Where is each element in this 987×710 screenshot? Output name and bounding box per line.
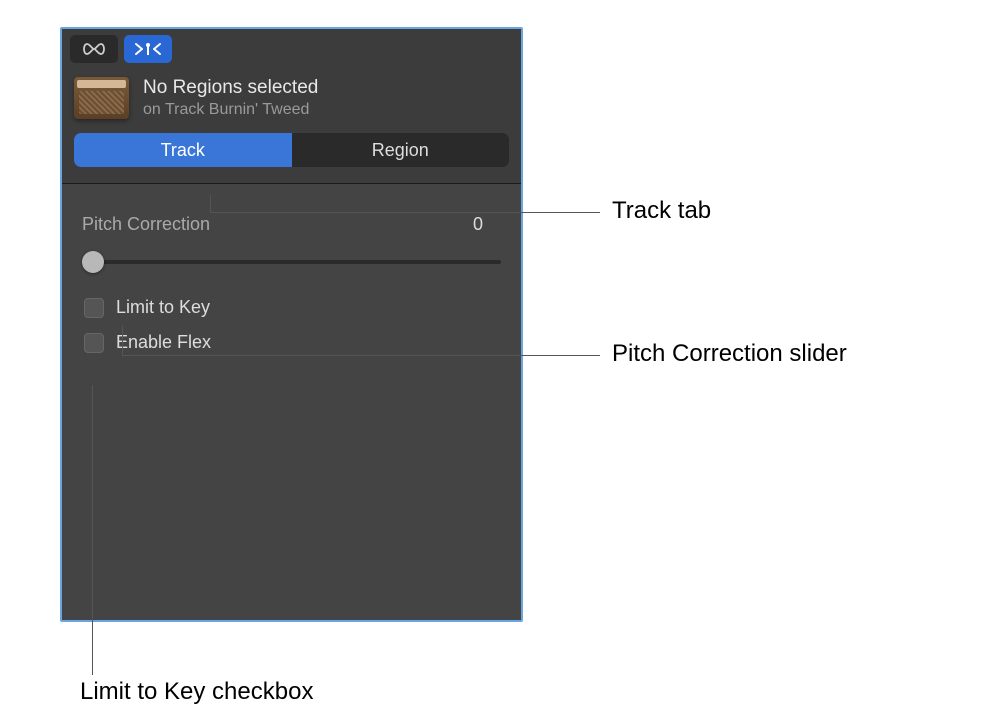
slider-bar bbox=[82, 260, 501, 264]
limit-to-key-checkbox[interactable] bbox=[84, 298, 104, 318]
enable-flex-checkbox[interactable] bbox=[84, 333, 104, 353]
callout-line bbox=[210, 212, 600, 213]
slider-thumb[interactable] bbox=[82, 251, 104, 273]
header: No Regions selected on Track Burnin' Twe… bbox=[62, 67, 521, 127]
limit-to-key-row: Limit to Key bbox=[82, 297, 501, 318]
pitch-correction-label: Pitch Correction bbox=[82, 214, 210, 235]
header-text: No Regions selected on Track Burnin' Twe… bbox=[143, 77, 509, 119]
tab-region[interactable]: Region bbox=[292, 133, 510, 167]
pitch-correction-slider[interactable] bbox=[82, 251, 501, 273]
tab-bar: Track Region bbox=[74, 133, 509, 167]
annotation-track-tab: Track tab bbox=[612, 197, 711, 225]
callout-line bbox=[122, 325, 123, 355]
selection-title: No Regions selected bbox=[143, 77, 509, 99]
toolbar bbox=[62, 29, 521, 67]
enable-flex-row: Enable Flex bbox=[82, 332, 501, 353]
marquee-icon bbox=[133, 41, 163, 57]
marquee-button[interactable] bbox=[124, 35, 172, 63]
track-amp-icon bbox=[74, 77, 129, 119]
tab-track[interactable]: Track bbox=[74, 133, 292, 167]
callout-line bbox=[122, 355, 600, 356]
pitch-correction-row: Pitch Correction 0 bbox=[82, 214, 501, 235]
inspector-panel: No Regions selected on Track Burnin' Twe… bbox=[60, 27, 523, 622]
callout-line bbox=[92, 385, 93, 675]
callout-line bbox=[210, 195, 211, 212]
annotation-limit-checkbox: Limit to Key checkbox bbox=[80, 678, 313, 706]
track-name-subtitle: on Track Burnin' Tweed bbox=[143, 101, 509, 119]
limit-to-key-label: Limit to Key bbox=[116, 297, 210, 318]
infinity-icon bbox=[81, 41, 107, 57]
loop-mode-button[interactable] bbox=[70, 35, 118, 63]
annotation-pitch-slider: Pitch Correction slider bbox=[612, 340, 847, 368]
content-area: Pitch Correction 0 Limit to Key Enable F… bbox=[62, 184, 521, 622]
pitch-correction-value: 0 bbox=[473, 214, 501, 235]
enable-flex-label: Enable Flex bbox=[116, 332, 211, 353]
